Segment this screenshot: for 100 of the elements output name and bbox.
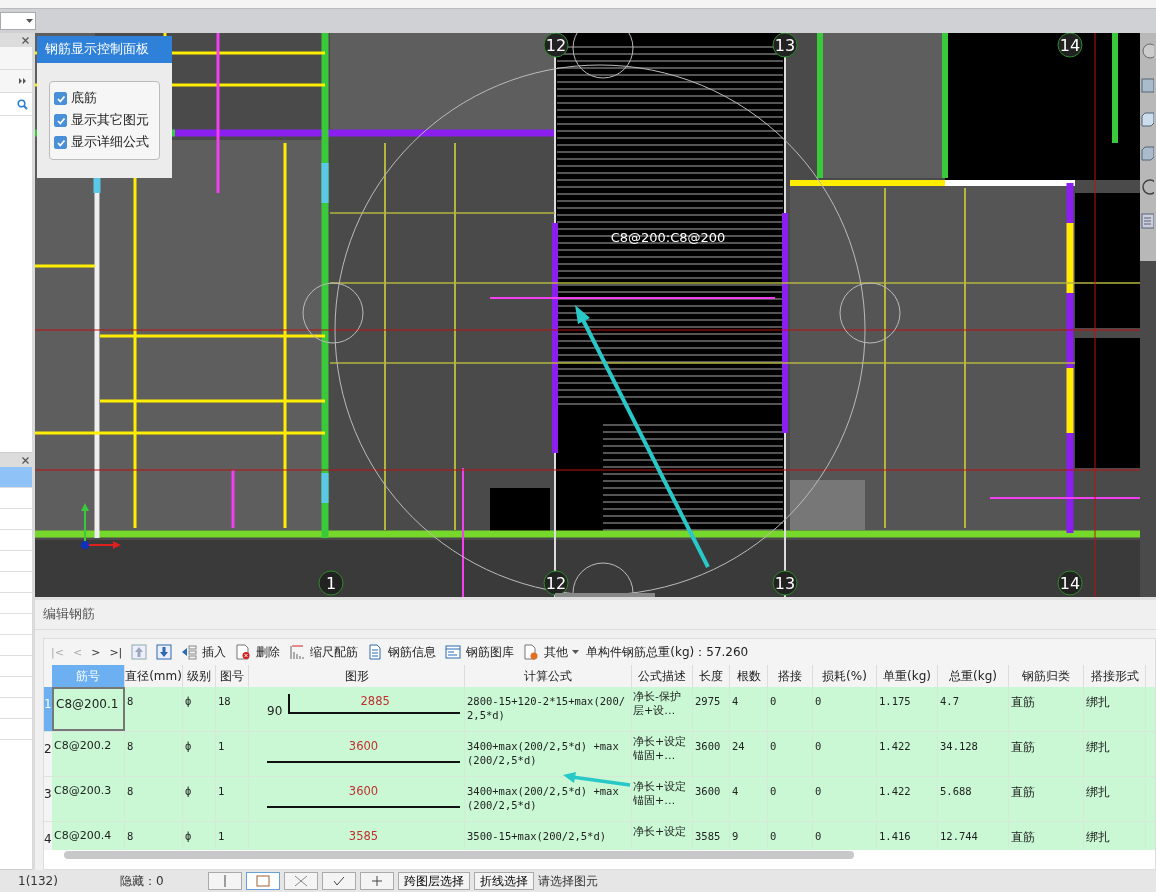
list-item[interactable] (0, 677, 32, 698)
status-button[interactable]: 折线选择 (473, 872, 534, 890)
grade-cell: ф (183, 777, 216, 821)
lap-cell: 0 (768, 732, 813, 776)
lap-type-cell: 绑扎 (1084, 777, 1146, 821)
list-item[interactable] (0, 488, 32, 509)
select-box-icon (255, 875, 270, 887)
expand-icon[interactable] (18, 77, 28, 85)
list-item[interactable] (0, 719, 32, 740)
checkbox[interactable] (54, 114, 67, 127)
coordinate-axes-icon (81, 503, 121, 549)
window-icon (445, 645, 461, 659)
grid-axis-label: 13 (774, 36, 796, 55)
navigation-button[interactable]: > (88, 645, 104, 659)
loss-cell: 0 (813, 687, 877, 731)
lap-type-cell: 绑扎 (1084, 687, 1146, 731)
plus-icon (369, 875, 384, 887)
checkbox[interactable] (54, 136, 67, 149)
toolbar-button[interactable]: 缩尺配筋 (286, 643, 362, 661)
row-header[interactable]: 3 (44, 777, 52, 821)
shape-length-text: 3600 (348, 739, 379, 753)
close-icon[interactable] (22, 456, 32, 464)
toolbar-button[interactable]: 其他 (520, 643, 572, 661)
dropdown-field[interactable] (0, 12, 36, 30)
caret-icon[interactable] (572, 649, 580, 655)
row-header[interactable]: 2 (44, 732, 52, 776)
lap-cell: 0 (768, 687, 813, 731)
annotation-arrow (562, 772, 632, 788)
search-icon[interactable] (17, 98, 28, 110)
list-item[interactable] (0, 572, 32, 593)
rebar-number-cell: C8@200.1 (52, 687, 125, 731)
formula-description-cell: 净长+设定锚固+… (632, 777, 693, 821)
checkmark-icon (331, 875, 346, 887)
cross-icon (293, 875, 308, 887)
splitter-handle[interactable] (555, 593, 655, 597)
length-cell: 3600 (693, 732, 730, 776)
checkbox-option[interactable]: 显示其它图元 (54, 112, 155, 129)
grid-axis-label: 12 (545, 574, 567, 593)
loss-cell: 0 (813, 732, 877, 776)
toolbar-button[interactable]: 钢筋信息 (364, 643, 440, 661)
delete-document-icon (236, 644, 250, 660)
list-item[interactable] (0, 509, 32, 530)
toolbar-button[interactable]: 插入 (178, 643, 230, 661)
list-item[interactable] (0, 530, 32, 551)
checkbox[interactable] (54, 92, 67, 105)
category-cell: 直筋 (1009, 687, 1084, 731)
toolbar-button[interactable]: 钢筋图库 (442, 643, 518, 661)
select-mode-button[interactable] (283, 872, 318, 890)
list-item[interactable] (0, 614, 32, 635)
list-icon[interactable] (1140, 213, 1154, 229)
rebar-label: C8@200:C8@200 (610, 230, 726, 245)
list-item[interactable] (0, 698, 32, 719)
grid-axis-label: 14 (1059, 574, 1081, 593)
select-mode-button[interactable] (245, 872, 280, 890)
list-item[interactable] (0, 635, 32, 656)
category-cell: 直筋 (1009, 732, 1084, 776)
grade-cell: ф (183, 732, 216, 776)
checkbox-option[interactable]: 底筋 (54, 90, 155, 107)
grade-cell: ф (183, 687, 216, 731)
list-item[interactable] (0, 551, 32, 572)
select-mode-button[interactable] (207, 872, 242, 890)
count-cell: 4 (730, 777, 768, 821)
list-item[interactable] (0, 656, 32, 677)
grid-axis-label: 13 (774, 574, 796, 593)
total-weight-cell: 4.7 (938, 687, 1009, 731)
count-text: 1(132) (18, 874, 58, 888)
status-button[interactable]: 跨图层选择 (397, 872, 470, 890)
panel-title: 编辑钢筋 (35, 600, 1156, 630)
grid-axis-label: 14 (1059, 36, 1081, 55)
hook-length-text: 90 (267, 704, 283, 718)
shape-number-cell: 18 (216, 687, 249, 731)
checkbox-option[interactable]: 显示详细公式 (54, 134, 155, 151)
length-cell: 3600 (693, 777, 730, 821)
unit-weight-cell: 1.175 (877, 687, 938, 731)
total-weight-text: 单构件钢筋总重(kg)：57.260 (586, 643, 749, 661)
prompt-text: 请选择图元 (537, 872, 598, 890)
hidden-count-text: 隐藏：0 (119, 872, 164, 890)
formula-description-cell: 净长+设定锚固+… (632, 732, 693, 776)
close-icon[interactable] (22, 36, 32, 44)
unit-weight-cell: 1.422 (877, 777, 938, 821)
count-cell: 24 (730, 732, 768, 776)
shape-length-text: 3585 (348, 829, 379, 843)
navigation-button[interactable]: >| (106, 645, 126, 659)
select-mode-button[interactable] (359, 872, 394, 890)
diameter-cell: 8 (125, 687, 183, 731)
select-mode-button[interactable] (321, 872, 356, 890)
shape-number-cell: 1 (216, 777, 249, 821)
total-weight-cell: 5.688 (938, 777, 1009, 821)
diameter-cell: 8 (125, 732, 183, 776)
shape-length-text: 2885 (360, 694, 390, 708)
diameter-cell: 8 (125, 777, 183, 821)
rebar-number-cell: C8@200.2 (52, 732, 125, 776)
category-cell: 直筋 (1009, 777, 1084, 821)
shape-number-cell: 1 (216, 732, 249, 776)
formula-cell: 2800-15+120-2*15+max(200/2,5*d) (465, 687, 632, 731)
total-weight-cell: 34.128 (938, 732, 1009, 776)
shape-length-text: 3600 (348, 784, 379, 798)
toolbar-button[interactable]: 删除 (232, 643, 284, 661)
scrollbar-thumb[interactable] (64, 851, 854, 859)
list-item[interactable] (0, 593, 32, 614)
